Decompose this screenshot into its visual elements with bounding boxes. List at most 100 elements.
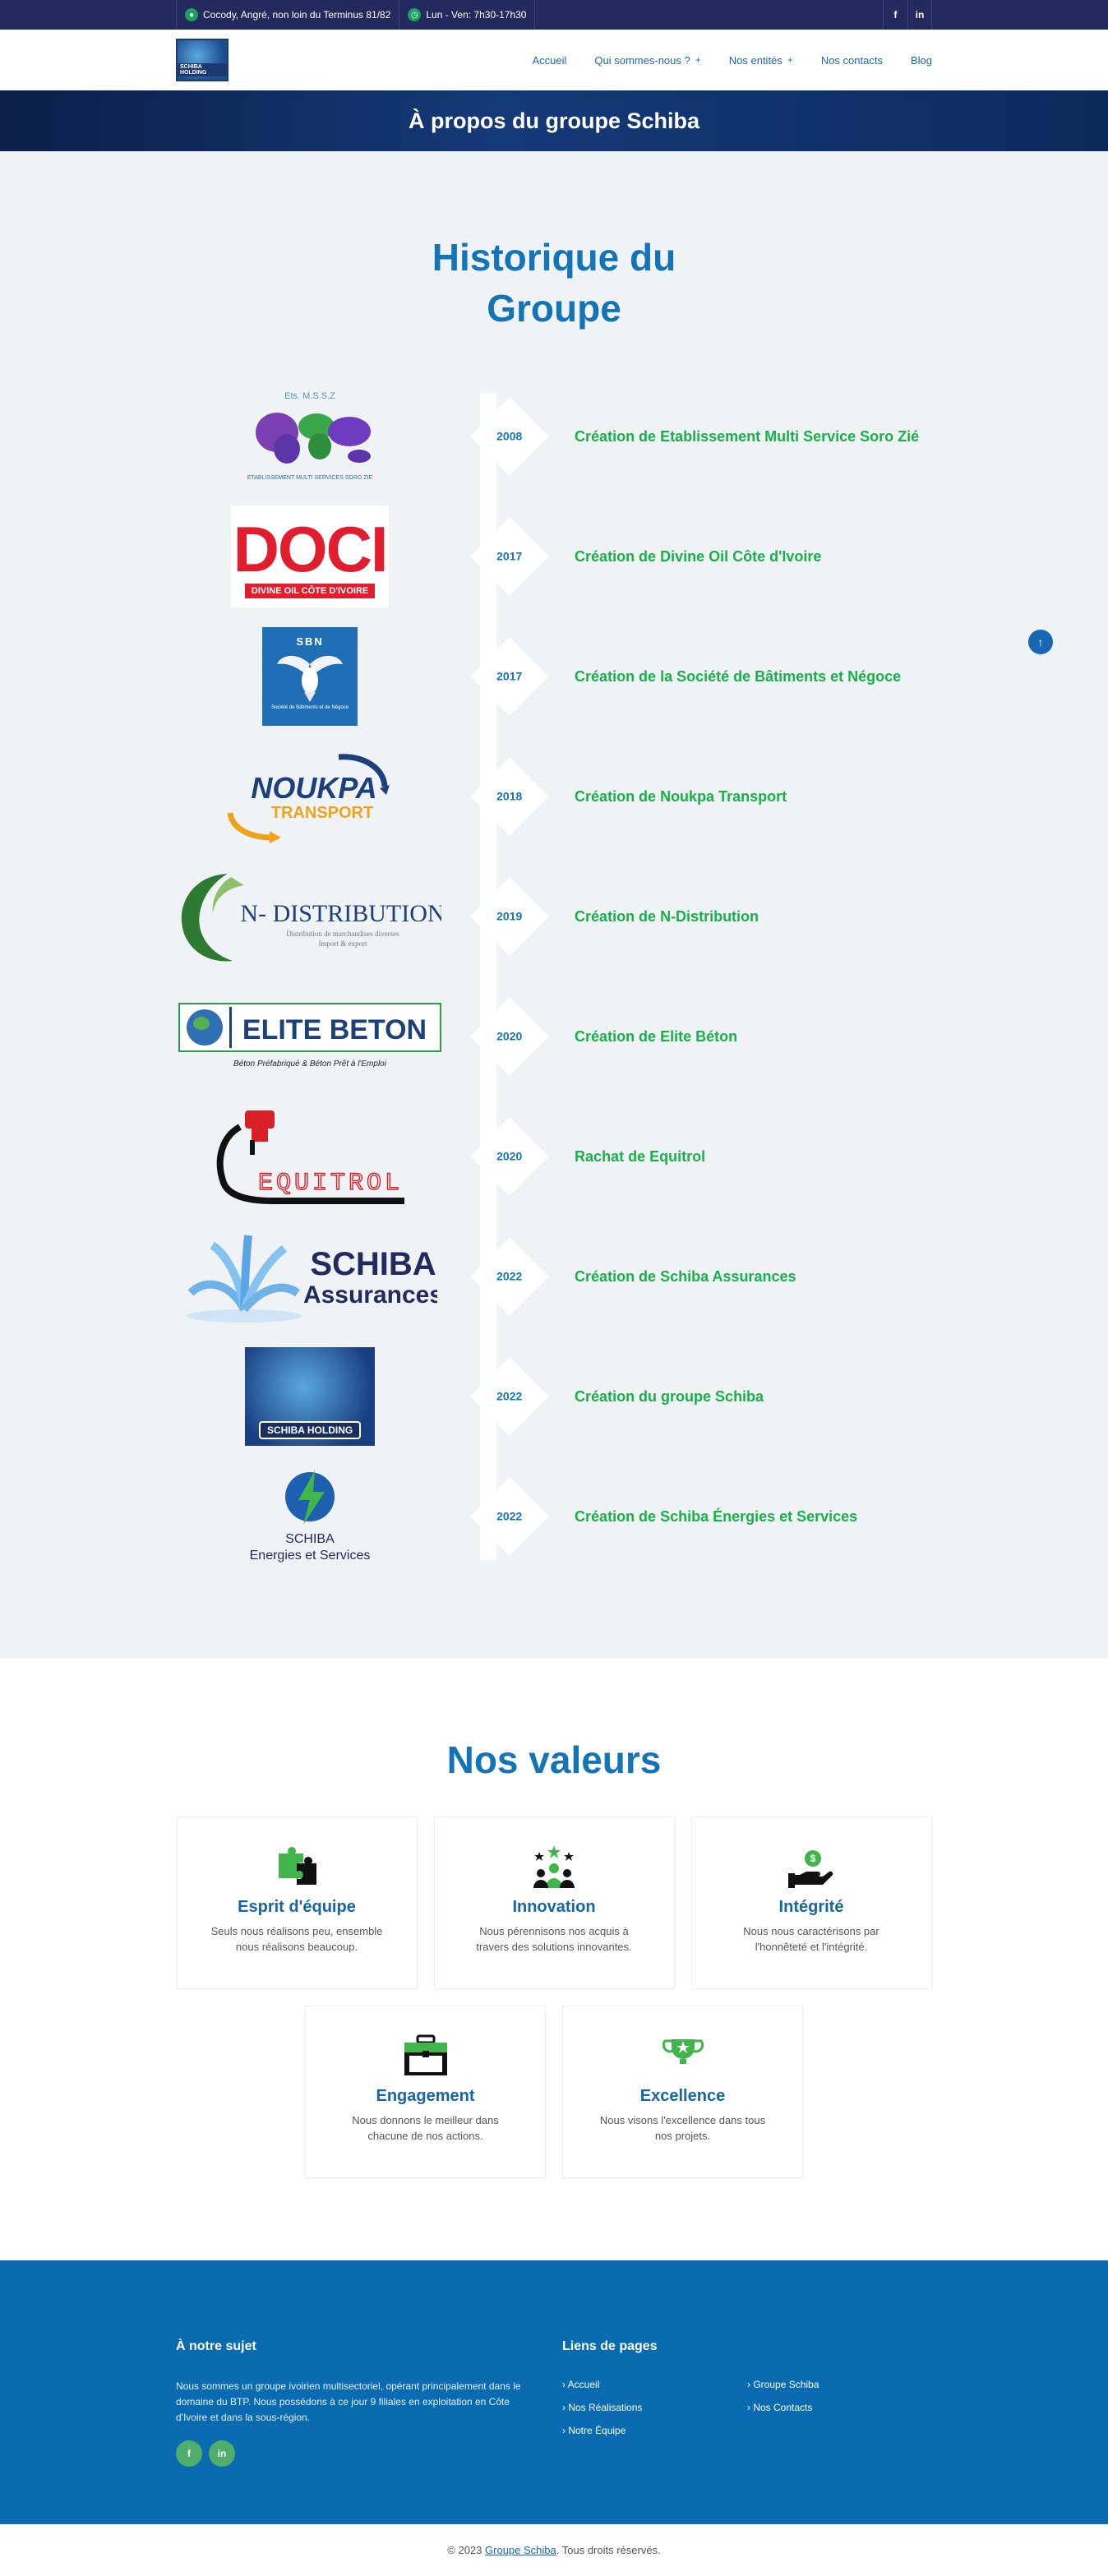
team-stars-icon xyxy=(533,1845,575,1888)
footer-link-groupe-schiba[interactable]: › Groupe Schiba xyxy=(747,2379,932,2390)
svg-text:SCHIBA: SCHIBA xyxy=(285,1532,335,1546)
briefcase-icon xyxy=(404,2034,447,2075)
event-title: Création de Etablissement Multi Service … xyxy=(575,428,920,445)
copyright: © 2023 Groupe Schiba. Tous droits réserv… xyxy=(0,2524,1108,2576)
copyright-brand-link[interactable]: Groupe Schiba xyxy=(485,2544,556,2556)
hours-text: Lun - Ven: 7h30-17h30 xyxy=(426,9,527,21)
year-badge: 2022 xyxy=(469,1236,549,1317)
svg-text:$: $ xyxy=(810,1853,816,1864)
footer-links-title: Liens de pages xyxy=(562,2339,658,2353)
svg-text:Béton Préfabriqué & Béton Prêt: Béton Préfabriqué & Béton Prêt à l'Emplo… xyxy=(233,1059,387,1069)
nav-item-accueil[interactable]: Accueil xyxy=(532,54,566,67)
schiba-energies-logo: SCHIBA Energies et Services xyxy=(250,1470,371,1563)
equitrol-logo: EQUITROL xyxy=(216,1110,405,1204)
timeline-item: ELITE BETON Béton Préfabriqué & Béton Pr… xyxy=(176,976,932,1096)
timeline-item: SCHIBA HOLDING 2022 Création du groupe S… xyxy=(176,1336,932,1457)
values-section: Nos valeurs Esprit d'équipe Seuls nous r… xyxy=(0,1659,1108,2260)
nav-item-blog[interactable]: Blog xyxy=(911,54,932,67)
scroll-to-top-button[interactable]: ↑ xyxy=(1028,630,1053,654)
svg-text:Ets. M.S.S.Z: Ets. M.S.S.Z xyxy=(284,391,335,401)
page-hero: À propos du groupe Schiba xyxy=(0,90,1108,151)
facebook-icon[interactable]: f xyxy=(883,0,907,30)
svg-text:NOUKPA: NOUKPA xyxy=(251,771,376,805)
nav-item-nos-entites[interactable]: Nos entités + xyxy=(729,54,793,67)
timeline: Ets. M.S.S.Z ETABLISSEMENT MULTI SERVICE… xyxy=(176,376,932,1577)
event-title: Création du groupe Schiba xyxy=(575,1388,764,1405)
schiba-holding-logo[interactable]: SCHIBA HOLDING xyxy=(176,39,229,81)
year-badge: 2022 xyxy=(469,1476,549,1557)
plus-icon: + xyxy=(787,54,793,66)
history-heading: Historique du Groupe xyxy=(432,236,676,330)
timeline-item: SCHIBA Energies et Services 2022 Créatio… xyxy=(176,1457,932,1577)
timeline-item: N- DISTRIBUTION Distribution de marchand… xyxy=(176,856,932,976)
value-card: Innovation Nous pérennisons nos acquis à… xyxy=(433,1817,675,1989)
facebook-icon[interactable]: f xyxy=(176,2440,202,2467)
year-badge: 2018 xyxy=(469,756,549,837)
linkedin-icon[interactable]: in xyxy=(907,0,932,30)
svg-text:Energies et Services: Energies et Services xyxy=(250,1549,371,1563)
n-distribution-logo: N- DISTRIBUTION Distribution de marchand… xyxy=(181,874,442,962)
footer-link-equipe[interactable]: › Notre Équipe xyxy=(562,2425,747,2436)
value-card: Esprit d'équipe Seuls nous réalisons peu… xyxy=(176,1817,418,1989)
noukpa-logo: NOUKPA TRANSPORT xyxy=(227,754,390,843)
nav-item-qui-sommes-nous[interactable]: Qui sommes-nous ? + xyxy=(594,54,700,67)
clock-icon: ◷ xyxy=(408,8,422,21)
year-badge: 2019 xyxy=(469,876,549,957)
event-title: Création de Elite Béton xyxy=(575,1028,738,1045)
event-title: Création de N-Distribution xyxy=(575,908,759,925)
trophy-icon xyxy=(662,2039,704,2064)
svg-text:Assurances: Assurances xyxy=(303,1281,437,1309)
svg-text:Import & export: Import & export xyxy=(319,939,367,948)
nav-item-nos-contacts[interactable]: Nos contacts xyxy=(821,54,883,67)
plus-icon: + xyxy=(695,54,701,66)
year-badge: 2022 xyxy=(469,1356,549,1437)
value-card: Engagement Nous donnons le meilleur dans… xyxy=(305,2006,546,2178)
svg-text:TRANSPORT: TRANSPORT xyxy=(271,804,373,822)
hand-coin-icon: $ xyxy=(788,1850,833,1888)
linkedin-icon[interactable]: in xyxy=(209,2440,235,2467)
svg-text:ELITE BETON: ELITE BETON xyxy=(242,1014,427,1046)
puzzle-icon xyxy=(279,1847,316,1885)
footer-link-accueil[interactable]: › Accueil xyxy=(562,2379,747,2390)
address-text: Cocody, Angré, non loin du Terminus 81/8… xyxy=(203,9,391,21)
year-badge: 2020 xyxy=(469,1116,549,1197)
doci-logo: DOCI DIVINE OIL CÔTE D'IVOIRE xyxy=(231,506,390,607)
values-heading: Nos valeurs xyxy=(446,1738,662,1781)
timeline-item: SBN Société de Bâtiments et de Négoce 20… xyxy=(176,616,932,736)
svg-text:N- DISTRIBUTION: N- DISTRIBUTION xyxy=(241,900,442,927)
svg-text:SCHIBA: SCHIBA xyxy=(310,1246,436,1282)
location-icon: ● xyxy=(185,8,198,21)
footer: À notre sujet Nous sommes un groupe ivoi… xyxy=(0,2260,1108,2524)
history-section: Historique du Groupe Ets. M.S.S.Z ETABLI… xyxy=(0,151,1108,1659)
value-card: $ Intégrité Nous nous caractérisons par … xyxy=(690,1817,932,1989)
timeline-item: NOUKPA TRANSPORT 2018 Création de Noukpa… xyxy=(176,736,932,856)
value-card: Excellence Nous visons l'excellence dans… xyxy=(562,2006,803,2178)
event-title: Création de Schiba Assurances xyxy=(575,1268,796,1285)
page-title: À propos du groupe Schiba xyxy=(408,108,699,133)
schiba-assurances-logo: SCHIBA Assurances xyxy=(187,1235,437,1323)
elite-beton-logo: ELITE BETON Béton Préfabriqué & Béton Pr… xyxy=(178,1003,442,1069)
event-title: Création de Noukpa Transport xyxy=(575,788,787,805)
footer-about-text: Nous sommes un groupe ivoirien multisect… xyxy=(176,2380,521,2423)
hours-info: ◷ Lun - Ven: 7h30-17h30 xyxy=(399,0,536,30)
footer-link-contacts[interactable]: › Nos Contacts xyxy=(747,2402,932,2413)
timeline-item: DOCI DIVINE OIL CÔTE D'IVOIRE 2017 Créat… xyxy=(176,496,932,616)
svg-text:ETABLISSEMENT MULTI SERVICES S: ETABLISSEMENT MULTI SERVICES SORO ZIE xyxy=(247,475,373,481)
svg-text:EQUITROL: EQUITROL xyxy=(258,1170,403,1198)
footer-about-title: À notre sujet xyxy=(176,2339,256,2353)
year-badge: 2017 xyxy=(469,516,549,597)
year-badge: 2020 xyxy=(469,996,549,1077)
event-title: Création de Divine Oil Côte d'Ivoire xyxy=(575,548,822,565)
year-badge: 2008 xyxy=(469,396,549,477)
timeline-item: SCHIBA Assurances 2022 Création de Schib… xyxy=(176,1216,932,1336)
event-title: Création de la Société de Bâtiments et N… xyxy=(575,668,902,685)
timeline-item: EQUITROL 2020 Rachat de Equitrol xyxy=(176,1096,932,1216)
footer-link-realisations[interactable]: › Nos Réalisations xyxy=(562,2402,747,2413)
year-badge: 2017 xyxy=(469,636,549,717)
event-title: Création de Schiba Énergies et Services xyxy=(575,1508,858,1525)
timeline-item: Ets. M.S.S.Z ETABLISSEMENT MULTI SERVICE… xyxy=(176,376,932,496)
ets-mssz-logo: Ets. M.S.S.Z ETABLISSEMENT MULTI SERVICE… xyxy=(247,391,373,481)
nav-menu: Accueil Qui sommes-nous ? + Nos entités + … xyxy=(504,54,932,67)
event-title: Rachat de Equitrol xyxy=(575,1148,706,1165)
svg-text:Distribution de marchandises d: Distribution de marchandises diverses xyxy=(286,930,399,938)
